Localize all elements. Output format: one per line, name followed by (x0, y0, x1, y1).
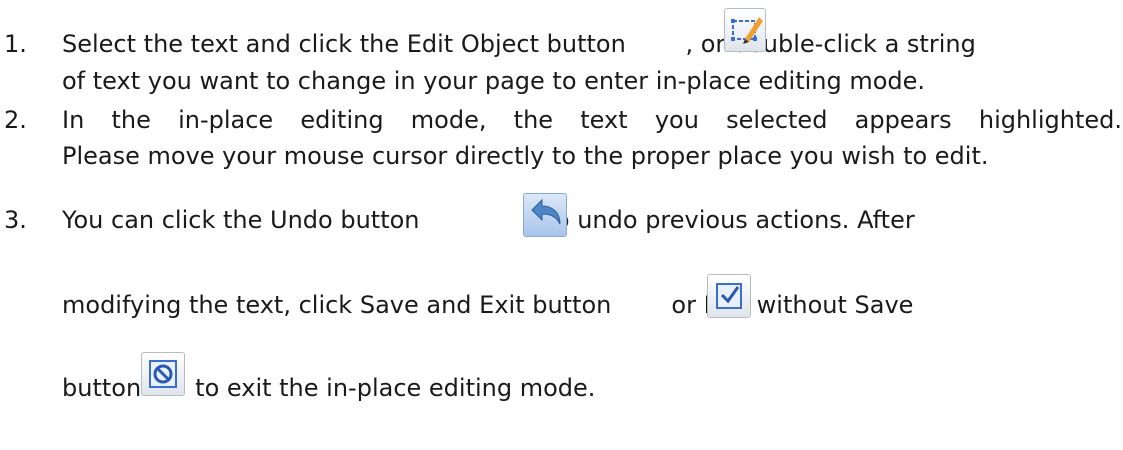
step-3-text-c: modifying the text, click Save and Exit … (62, 291, 612, 319)
step-3-text-a: You can click the Undo button (62, 206, 420, 234)
step-3-line-2: modifying the text, click Save and Exit … (62, 289, 1122, 321)
exit-without-save-icon[interactable] (141, 352, 185, 396)
step-1-number: 1. (4, 30, 27, 58)
step-2-line-1: In the in-place editing mode, the text y… (62, 106, 1122, 134)
step-1-line-1: Select the text and click the Edit Objec… (62, 28, 1122, 60)
step-3-text-f: to exit the in-place editing mode. (195, 374, 596, 402)
save-and-exit-icon[interactable] (707, 274, 751, 318)
step-1-line-2: of text you want to change in your page … (62, 67, 926, 95)
undo-icon[interactable] (523, 193, 567, 237)
step-3-line-3: button to exit the in-place editing mode. (62, 372, 1122, 404)
step-3-line-1: You can click the Undo button to undo pre… (62, 204, 1122, 236)
step-1-text-a: Select the text and click the Edit Objec… (62, 30, 626, 58)
step-3-text-b: to undo previous actions. After (545, 206, 915, 234)
edit-object-icon[interactable] (724, 8, 766, 52)
step-2-number: 2. (4, 106, 27, 134)
step-3-number: 3. (4, 206, 27, 234)
step-3-text-e: button (62, 374, 142, 402)
step-2-line-2: Please move your mouse cursor directly t… (62, 142, 989, 170)
